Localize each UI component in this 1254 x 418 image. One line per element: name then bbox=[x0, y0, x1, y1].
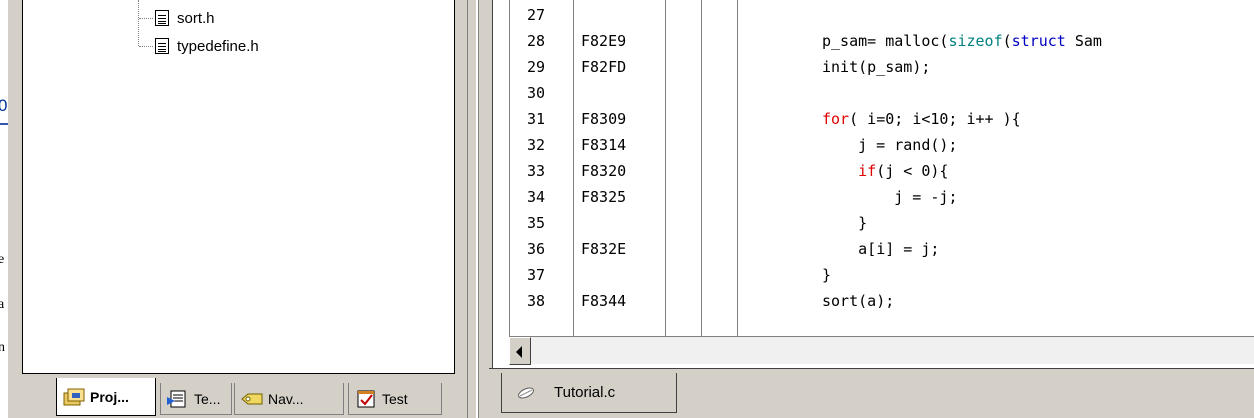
tree-item-typedefine-h[interactable]: typedefine.h bbox=[155, 36, 259, 56]
line-number: 35 bbox=[527, 214, 546, 232]
tab-tutorial-c[interactable]: Tutorial.c bbox=[501, 373, 677, 413]
source-text: } bbox=[822, 214, 868, 232]
source-file-icon bbox=[516, 386, 536, 400]
line-number: 28 bbox=[527, 32, 546, 50]
code-line[interactable]: 33 F8320 if(j < 0){ bbox=[493, 158, 1254, 184]
tab-label: Test bbox=[382, 390, 408, 407]
code-line[interactable]: 27 bbox=[493, 2, 1254, 28]
doc-fragment: e bbox=[0, 252, 5, 267]
templates-icon bbox=[167, 389, 189, 409]
tree-item-label: typedefine.h bbox=[177, 37, 259, 55]
line-number: 30 bbox=[527, 84, 546, 102]
line-number: 32 bbox=[527, 136, 546, 154]
tree-connector bbox=[139, 18, 153, 19]
tab-navigation[interactable]: Nav... bbox=[234, 383, 344, 415]
line-address: F8325 bbox=[581, 188, 627, 206]
line-number: 33 bbox=[527, 162, 546, 180]
code-line[interactable]: 36 F832E a[i] = j; bbox=[493, 236, 1254, 262]
header-file-icon bbox=[155, 10, 169, 26]
source-text: sort(a); bbox=[822, 292, 895, 310]
line-address: F8314 bbox=[581, 136, 627, 154]
source-text: if(j < 0){ bbox=[858, 162, 949, 180]
project-icon bbox=[63, 387, 85, 407]
line-number: 31 bbox=[527, 110, 546, 128]
line-number: 27 bbox=[527, 6, 546, 24]
tree-item-label: sort.h bbox=[177, 9, 215, 27]
code-line[interactable]: 37} bbox=[493, 262, 1254, 288]
source-text: j = rand(); bbox=[858, 136, 958, 154]
source-text: init(p_sam); bbox=[822, 58, 931, 76]
doc-fragment: a bbox=[0, 297, 5, 312]
line-address: F8344 bbox=[581, 292, 627, 310]
test-icon bbox=[355, 389, 377, 409]
pane-splitter[interactable] bbox=[467, 0, 489, 418]
code-line[interactable]: 30 bbox=[493, 80, 1254, 106]
line-address: F82E9 bbox=[581, 32, 627, 50]
navigation-icon bbox=[241, 389, 263, 409]
line-number: 37 bbox=[527, 266, 546, 284]
tab-label: Te... bbox=[194, 390, 221, 407]
code-line[interactable]: 34 F8325 j = -j; bbox=[493, 184, 1254, 210]
line-number: 29 bbox=[527, 58, 546, 76]
workspace-tab-bar: Proj... Te... Nav... Test bbox=[22, 374, 467, 418]
tree-item-sort-h[interactable]: sort.h bbox=[155, 8, 215, 28]
tree-connector bbox=[138, 0, 139, 46]
code-line[interactable]: 29 F82FD init(p_sam); bbox=[493, 54, 1254, 80]
tab-templates[interactable]: Te... bbox=[160, 383, 232, 415]
line-number: 36 bbox=[527, 240, 546, 258]
source-text: p_sam= malloc(sizeof(struct Sam bbox=[822, 32, 1102, 50]
editor-tab-bar: Tutorial.c bbox=[489, 368, 1254, 418]
horizontal-scrollbar[interactable] bbox=[509, 336, 1254, 365]
tab-label: Nav... bbox=[268, 390, 304, 407]
line-address: F82FD bbox=[581, 58, 627, 76]
line-number: 38 bbox=[527, 292, 546, 310]
line-address: F832E bbox=[581, 240, 627, 258]
file-tab-label: Tutorial.c bbox=[554, 384, 616, 401]
line-number: 34 bbox=[527, 188, 546, 206]
source-text: j = -j; bbox=[894, 188, 958, 206]
code-line[interactable]: 28 F82E9 p_sam= malloc(sizeof(struct Sam bbox=[493, 28, 1254, 54]
code-line[interactable]: 32 F8314 j = rand(); bbox=[493, 132, 1254, 158]
line-address: F8320 bbox=[581, 162, 627, 180]
line-address: F8309 bbox=[581, 110, 627, 128]
source-text: } bbox=[822, 266, 832, 284]
code-editor[interactable]: 27 28 F82E9 p_sam= malloc(sizeof(struct Sam… bbox=[492, 0, 1254, 368]
scroll-left-icon[interactable] bbox=[509, 337, 531, 365]
source-text: for( i=0; i<10; i++ ){ bbox=[822, 110, 1021, 128]
tab-projects[interactable]: Proj... bbox=[56, 378, 156, 416]
code-line[interactable]: 35 } bbox=[493, 210, 1254, 236]
tab-label: Proj... bbox=[90, 388, 129, 405]
doc-fragment: n bbox=[0, 340, 5, 355]
doc-fragment: 0 bbox=[0, 96, 8, 115]
tab-test[interactable]: Test bbox=[348, 383, 442, 415]
background-document-strip: 0 e a n bbox=[0, 0, 8, 418]
tree-connector bbox=[139, 46, 153, 47]
source-text: a[i] = j; bbox=[858, 240, 940, 258]
workspace-tree-pane[interactable]: sort.h typedefine.h bbox=[22, 0, 455, 374]
code-line[interactable]: 38 F8344 sort(a); bbox=[493, 288, 1254, 314]
code-line[interactable]: 31 F8309 for( i=0; i<10; i++ ){ bbox=[493, 106, 1254, 132]
header-file-icon bbox=[155, 38, 169, 54]
doc-underline bbox=[0, 123, 8, 125]
